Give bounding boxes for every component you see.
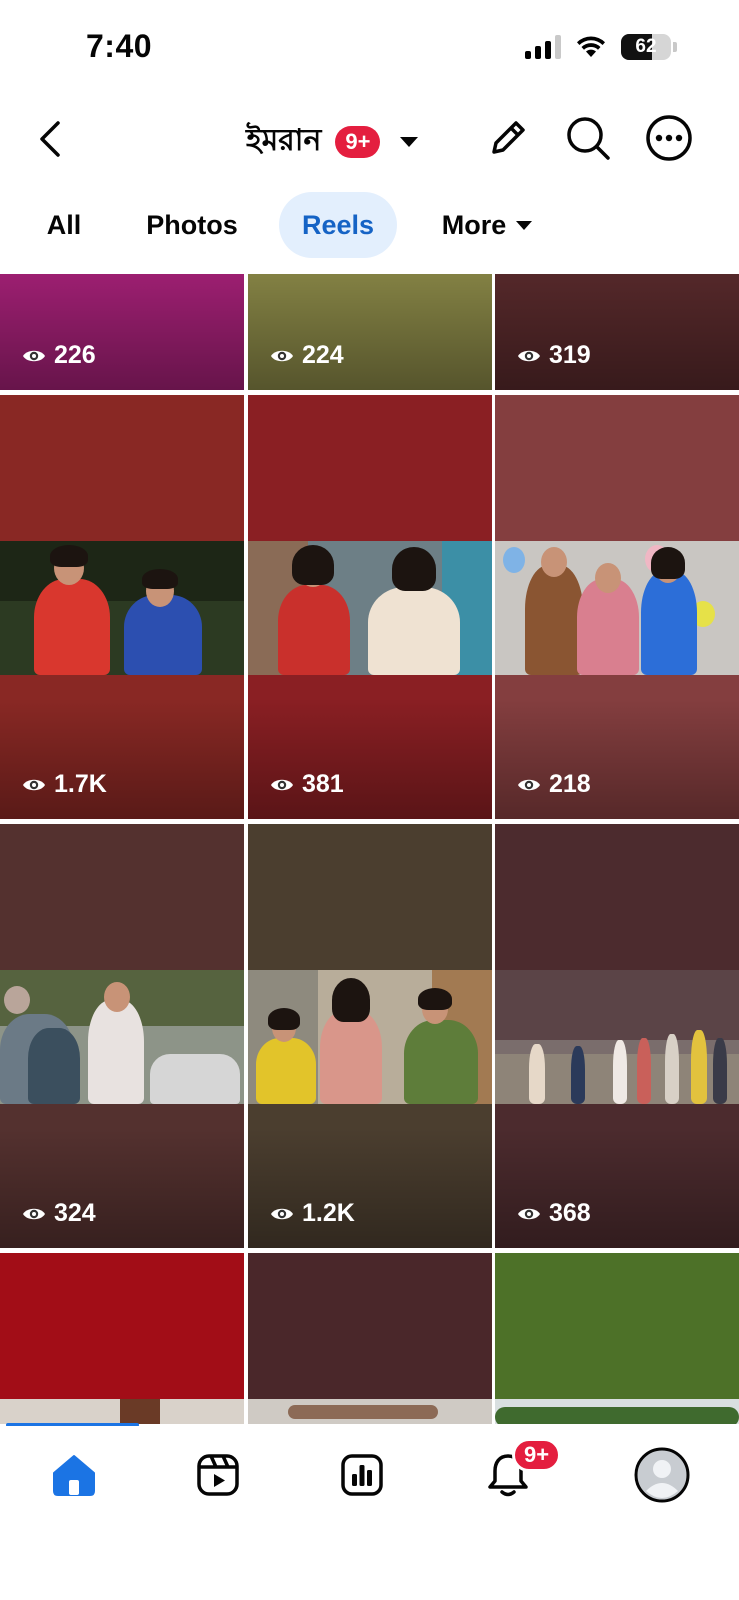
view-count-label: 224 (302, 341, 344, 369)
edit-button[interactable] (480, 110, 536, 166)
profile-switcher[interactable]: ইমরান 9+ (246, 116, 419, 167)
bottom-nav: 9+ (0, 1426, 739, 1600)
nav-home[interactable] (36, 1440, 112, 1510)
reel-shade (495, 274, 739, 390)
status-icons: 62 (525, 34, 677, 60)
view-count-label: 1.2K (302, 1199, 355, 1227)
reel-tile[interactable]: 381 (248, 395, 492, 819)
reel-shade (0, 699, 244, 819)
reel-tile[interactable] (0, 1253, 244, 1424)
tab-label: Photos (146, 209, 238, 240)
view-count: 1.7K (22, 770, 107, 799)
reels-icon (197, 1454, 239, 1496)
reel-thumbnail (495, 970, 739, 1104)
reel-tile[interactable]: 319 (495, 274, 739, 390)
view-count-label: 324 (54, 1199, 96, 1227)
page-header: ইমরান 9+ (0, 100, 739, 180)
view-count: 324 (22, 1199, 96, 1228)
eye-icon (271, 350, 293, 361)
reels-grid: 226 224 319 1.7K 381 218 324 1.2K 368 (0, 274, 739, 1424)
home-icon (53, 1455, 95, 1496)
view-count-label: 1.7K (54, 770, 107, 798)
back-arrow-icon (40, 121, 60, 157)
view-count-label: 381 (302, 770, 344, 798)
reel-shade (248, 1128, 492, 1248)
reel-thumbnail (248, 1399, 492, 1424)
tab-reels[interactable]: Reels (279, 192, 397, 258)
tab-photos[interactable]: Photos (130, 192, 254, 258)
view-count: 1.2K (270, 1199, 355, 1228)
view-count: 224 (270, 341, 344, 370)
tab-all[interactable]: All (30, 192, 98, 258)
reel-thumbnail (0, 541, 244, 675)
reel-tile[interactable] (495, 1253, 739, 1424)
eye-icon (23, 779, 45, 790)
reel-tile[interactable]: 224 (248, 274, 492, 390)
tab-label: All (46, 209, 82, 240)
view-count-label: 368 (549, 1199, 591, 1227)
tab-label: Reels (301, 209, 375, 240)
reel-shade (248, 274, 492, 390)
eye-icon (271, 779, 293, 790)
tab-more[interactable]: More (426, 192, 548, 258)
profile-avatar (634, 1447, 690, 1503)
view-count: 319 (517, 341, 591, 370)
reel-thumbnail (248, 970, 492, 1104)
eye-icon (271, 1208, 293, 1219)
reel-tile[interactable]: 1.7K (0, 395, 244, 819)
reel-tile[interactable]: 368 (495, 824, 739, 1248)
tab-label: More (441, 209, 507, 240)
notification-badge: 9+ (512, 1438, 562, 1472)
pencil-icon (492, 121, 525, 154)
view-count: 381 (270, 770, 344, 799)
reel-tile[interactable]: 324 (0, 824, 244, 1248)
reel-shade (495, 699, 739, 819)
eye-icon (518, 1208, 540, 1219)
reel-shade (495, 1128, 739, 1248)
back-button[interactable] (26, 112, 74, 166)
reel-thumbnail (495, 541, 739, 675)
reel-tile[interactable]: 1.2K (248, 824, 492, 1248)
view-count-label: 218 (549, 770, 591, 798)
nav-dashboard[interactable] (324, 1440, 400, 1510)
chevron-down-icon (516, 220, 533, 230)
view-count: 218 (517, 770, 591, 799)
reel-shade (0, 1128, 244, 1248)
page-title: ইমরান (246, 123, 322, 158)
status-time: 7:40 (86, 28, 153, 64)
search-button[interactable] (560, 110, 616, 166)
battery-tip (673, 42, 677, 52)
eye-icon (23, 350, 45, 361)
status-bar: 7:40 62 (0, 0, 739, 96)
reel-tile[interactable] (248, 1253, 492, 1424)
more-options-button[interactable] (641, 110, 697, 166)
eye-icon (518, 350, 540, 361)
nav-reels[interactable] (180, 1440, 256, 1510)
reel-shade (0, 274, 244, 390)
reel-tile[interactable]: 226 (0, 274, 244, 390)
signal-icon (525, 35, 561, 59)
battery-level: 62 (635, 36, 657, 57)
eye-icon (23, 1208, 45, 1219)
reel-thumbnail (248, 541, 492, 675)
view-count: 226 (22, 341, 96, 370)
chevron-down-icon (400, 136, 419, 147)
reel-tile[interactable]: 218 (495, 395, 739, 819)
view-count: 368 (517, 1199, 591, 1228)
more-icon (646, 115, 692, 161)
view-count-label: 319 (549, 341, 591, 369)
search-icon (567, 117, 610, 160)
eye-icon (518, 779, 540, 790)
wifi-icon (577, 36, 605, 57)
notification-badge: 9+ (335, 125, 381, 158)
dashboard-icon (341, 1454, 383, 1496)
battery-icon: 62 (621, 34, 671, 60)
view-count-label: 226 (54, 341, 96, 369)
reel-shade (248, 699, 492, 819)
reel-thumbnail (495, 1399, 739, 1424)
filter-tabs: All Photos Reels More (0, 192, 739, 262)
nav-profile[interactable] (624, 1440, 700, 1510)
reel-thumbnail (0, 1399, 244, 1424)
reel-thumbnail (0, 970, 244, 1104)
